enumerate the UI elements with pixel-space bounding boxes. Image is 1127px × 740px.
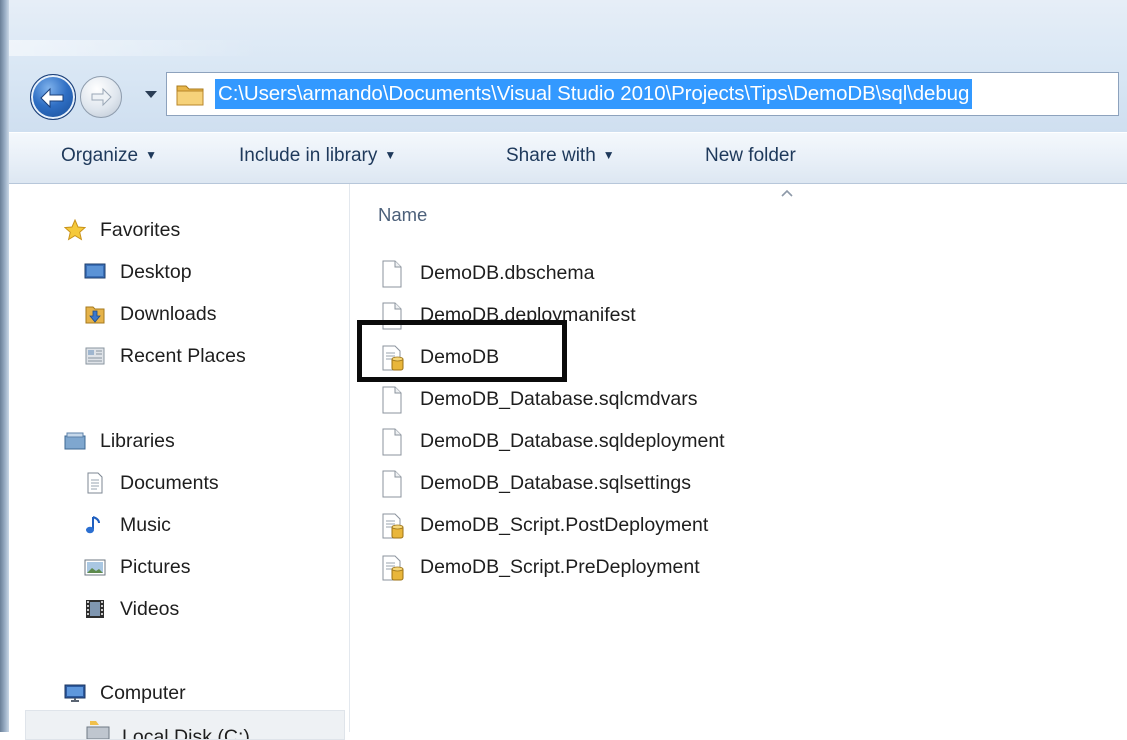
blank-file-icon [382,260,402,288]
videos-icon [86,600,104,618]
include-in-library-label: Include in library [239,145,378,166]
blank-file-icon [382,386,402,414]
nav-libraries-label: Libraries [100,430,175,452]
nav-computer-label: Computer [100,682,186,704]
address-bar[interactable]: C:\Users\armando\Documents\Visual Studio… [166,72,1119,116]
address-path[interactable]: C:\Users\armando\Documents\Visual Studio… [215,79,973,109]
file-name: DemoDB_Script.PreDeployment [420,556,700,578]
star-icon [64,219,86,241]
organize-label: Organize [61,145,139,166]
pictures-icon [84,559,106,576]
chevron-down-icon: ▼ [384,148,397,162]
nav-item-label: Music [120,514,171,536]
nav-item-label: Recent Places [120,345,246,367]
computer-icon [64,684,86,702]
nav-item-label: Downloads [120,303,217,325]
share-with-menu[interactable]: Share with ▼ [506,145,615,167]
nav-item-label: Desktop [120,261,192,283]
sort-ascending-icon [781,189,793,197]
nav-item-label: Pictures [120,556,191,578]
window-left-edge [0,0,9,732]
column-header-name[interactable]: Name [378,204,427,226]
recent-places-icon [85,347,105,365]
downloads-folder-icon [85,306,105,324]
drive-icon [86,721,110,739]
sql-script-file-icon [382,555,404,581]
music-note-icon [86,516,100,534]
file-name: DemoDB_Database.sqlcmdvars [420,388,698,410]
sql-script-file-icon [382,513,404,539]
command-bar: Organize ▼ Include in library ▼ Share with… [9,132,1127,184]
nav-item-label: Videos [120,598,180,620]
new-folder-button[interactable]: New folder [705,145,796,167]
forward-arrow-icon [91,87,112,107]
nav-item-label: Documents [120,472,219,494]
nav-item-label: Local Disk (C:) [122,726,250,740]
chevron-down-icon [145,91,157,98]
file-name: DemoDB.dbschema [420,262,595,284]
back-arrow-icon [40,87,64,109]
file-name: DemoDB_Script.PostDeployment [420,514,709,536]
libraries-icon [64,432,86,450]
blank-file-icon [382,470,402,498]
file-list-pane: Name DemoDB.dbschema DemoDB.deploymanife… [350,184,1127,732]
chevron-down-icon: ▼ [145,148,157,162]
new-folder-label: New folder [705,145,796,166]
navigation-pane: Favorites Desktop Downloads Recent Place… [9,184,350,740]
organize-menu[interactable]: Organize ▼ [61,145,157,167]
forward-button[interactable] [80,76,122,118]
recent-pages-dropdown[interactable] [142,86,160,102]
folder-icon [176,85,204,106]
file-name: DemoDB_Database.sqldeployment [420,430,725,452]
include-in-library-menu[interactable]: Include in library ▼ [239,145,396,167]
chevron-down-icon: ▼ [602,148,615,162]
nav-item-local-disk[interactable]: Local Disk (C:) [25,710,345,740]
desktop-icon [84,263,106,279]
file-name: DemoDB_Database.sqlsettings [420,472,691,494]
glass-streak [0,40,260,56]
highlight-annotation-box [357,320,567,382]
nav-favorites-label: Favorites [100,219,181,241]
documents-icon [87,472,103,494]
blank-file-icon [382,428,402,456]
share-with-label: Share with [506,145,596,166]
back-button[interactable] [30,74,76,120]
